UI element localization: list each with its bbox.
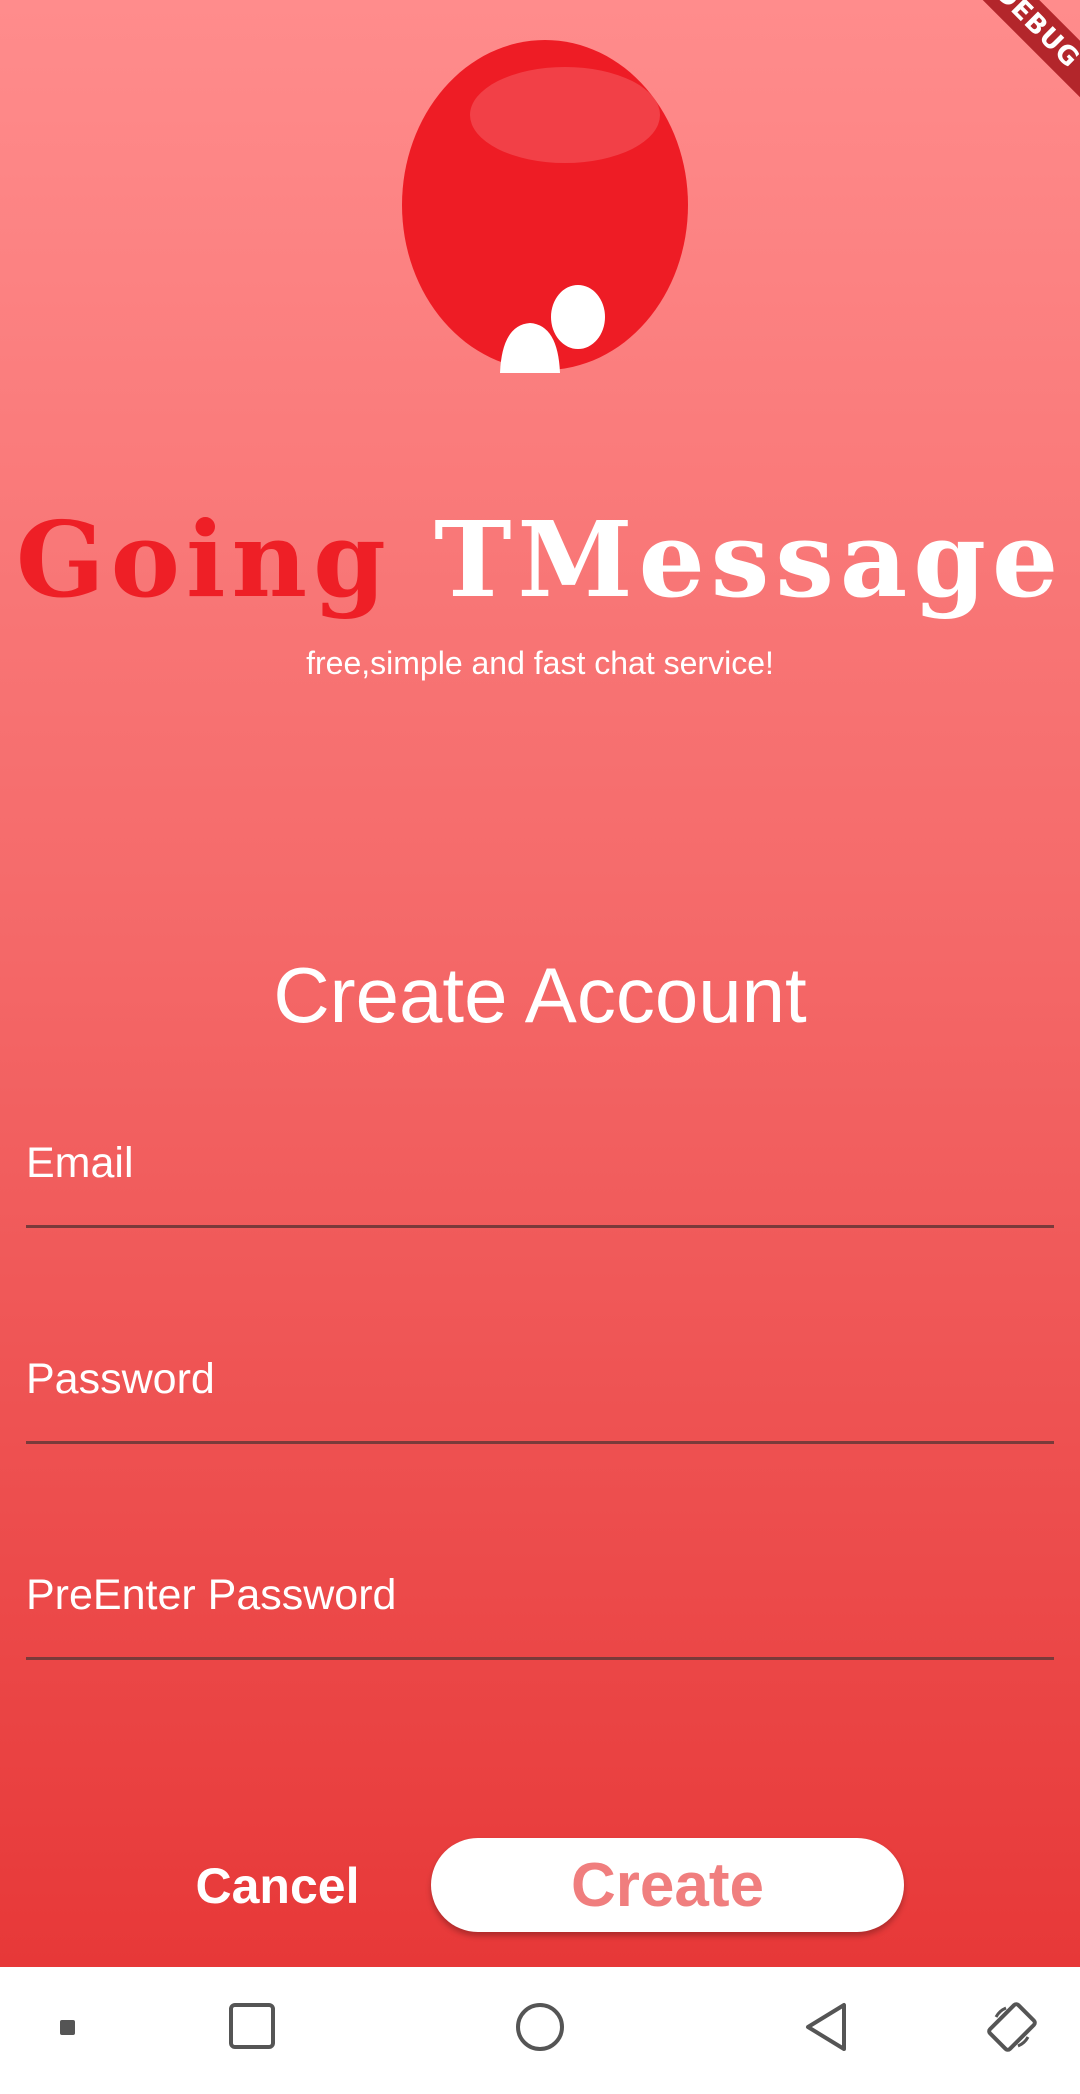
password-field[interactable]: Password [26,1337,1058,1444]
app-logo [400,40,690,375]
back-triangle-icon[interactable] [798,1997,858,2057]
app-title: Going TMessage [0,508,1080,612]
square-icon[interactable] [222,1997,282,2057]
email-input[interactable] [26,1121,1058,1227]
password-input[interactable] [26,1337,1058,1443]
page-title: Create Account [273,951,807,1039]
create-button[interactable]: Create [431,1838,904,1932]
dot-icon[interactable] [38,1997,98,2057]
cancel-button[interactable]: Cancel [170,1840,385,1932]
home-circle-icon[interactable] [510,1997,570,2057]
confirm-password-input[interactable] [26,1553,1058,1659]
confirm-password-field[interactable]: PreEnter Password [26,1553,1058,1660]
create-account-screen: DEBUG Going TMessage free,simple and fas… [0,0,1080,1967]
app-tagline: free,simple and fast chat service! [306,645,774,681]
email-field[interactable]: Email [26,1121,1058,1228]
debug-banner: DEBUG [948,0,1080,115]
app-title-message: TMessage [434,498,1065,621]
system-navigation-bar [0,1967,1080,2094]
rotate-icon[interactable] [982,1997,1042,2057]
app-title-going: Going [15,498,392,621]
logo-balloon-icon [402,40,688,373]
